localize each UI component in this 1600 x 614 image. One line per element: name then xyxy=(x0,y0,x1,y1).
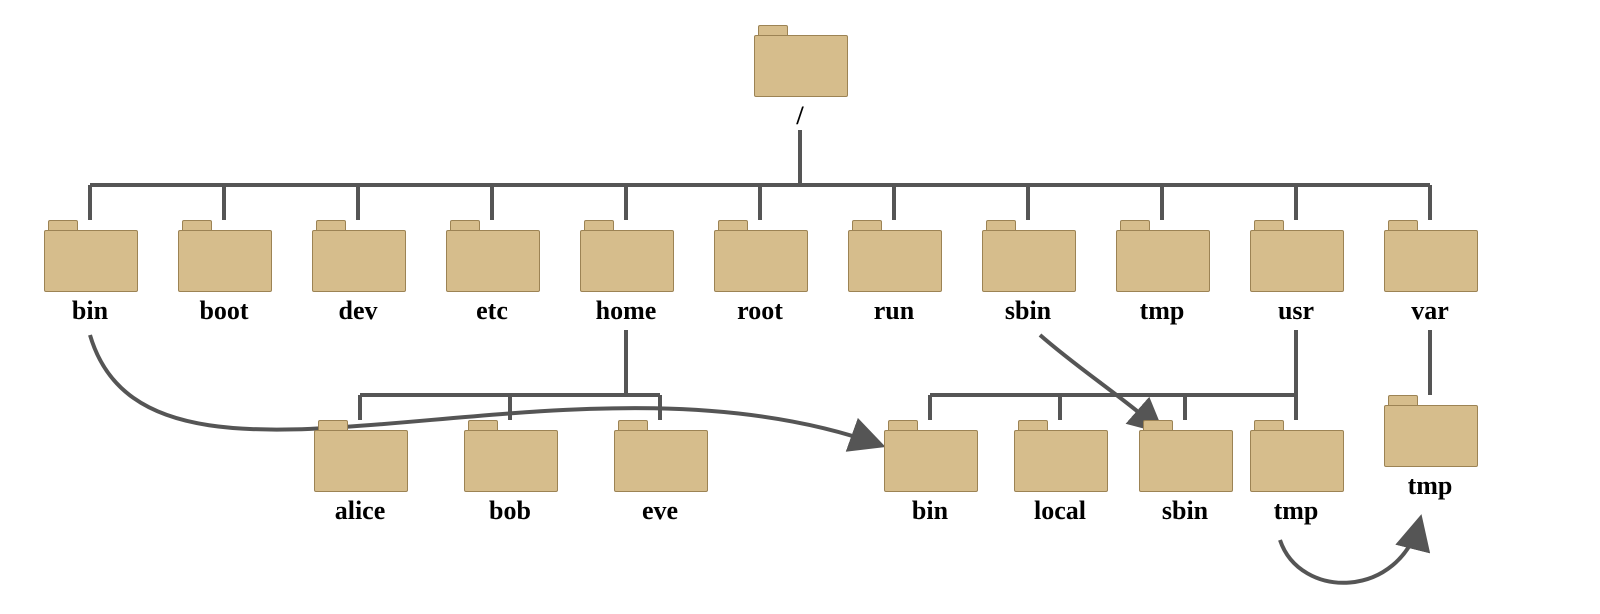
folder-icon xyxy=(464,420,556,490)
folder-var: var xyxy=(1380,220,1480,326)
folder-icon xyxy=(1250,420,1342,490)
folder-icon xyxy=(754,25,846,95)
folder-icon xyxy=(1250,220,1342,290)
folder-label: usr xyxy=(1246,296,1346,326)
folder-icon xyxy=(982,220,1074,290)
folder-icon xyxy=(580,220,672,290)
folder-icon xyxy=(1384,220,1476,290)
folder-label: tmp xyxy=(1246,496,1346,526)
folder-boot: boot xyxy=(174,220,274,326)
filesystem-tree-diagram: / bin boot dev etc home root run sbin tm… xyxy=(0,0,1600,614)
folder-icon xyxy=(714,220,806,290)
folder-home: home xyxy=(576,220,676,326)
folder-icon xyxy=(178,220,270,290)
folder-label: root xyxy=(710,296,810,326)
folder-label: sbin xyxy=(1135,496,1235,526)
folder-label: dev xyxy=(308,296,408,326)
folder-run: run xyxy=(844,220,944,326)
folder-eve: eve xyxy=(610,420,710,526)
folder-label: sbin xyxy=(978,296,1078,326)
folder-label: tmp xyxy=(1112,296,1212,326)
folder-usr-bin: bin xyxy=(880,420,980,526)
folder-label: bin xyxy=(880,496,980,526)
folder-root-dir: root xyxy=(710,220,810,326)
folder-etc: etc xyxy=(442,220,542,326)
folder-label: local xyxy=(1010,496,1110,526)
folder-usr: usr xyxy=(1246,220,1346,326)
folder-usr-tmp: tmp xyxy=(1246,420,1346,526)
folder-label: bob xyxy=(460,496,560,526)
folder-icon xyxy=(1384,395,1476,465)
folder-alice: alice xyxy=(310,420,410,526)
folder-var-tmp: tmp xyxy=(1380,395,1480,501)
folder-label: bin xyxy=(40,296,140,326)
folder-label: run xyxy=(844,296,944,326)
folder-icon xyxy=(884,420,976,490)
folder-icon xyxy=(1014,420,1106,490)
folder-tmp: tmp xyxy=(1112,220,1212,326)
folder-usr-sbin: sbin xyxy=(1135,420,1235,526)
folder-usr-local: local xyxy=(1010,420,1110,526)
folder-bob: bob xyxy=(460,420,560,526)
folder-bin: bin xyxy=(40,220,140,326)
folder-label: boot xyxy=(174,296,274,326)
folder-label: eve xyxy=(610,496,710,526)
folder-label: var xyxy=(1380,296,1480,326)
folder-icon xyxy=(1139,420,1231,490)
folder-label: tmp xyxy=(1380,471,1480,501)
folder-label: alice xyxy=(310,496,410,526)
folder-label: home xyxy=(576,296,676,326)
folder-icon xyxy=(312,220,404,290)
folder-dev: dev xyxy=(308,220,408,326)
folder-root: / xyxy=(750,25,850,131)
folder-icon xyxy=(314,420,406,490)
folder-sbin: sbin xyxy=(978,220,1078,326)
folder-icon xyxy=(446,220,538,290)
folder-label: / xyxy=(750,101,850,131)
folder-icon xyxy=(44,220,136,290)
folder-label: etc xyxy=(442,296,542,326)
folder-icon xyxy=(614,420,706,490)
folder-icon xyxy=(848,220,940,290)
folder-icon xyxy=(1116,220,1208,290)
